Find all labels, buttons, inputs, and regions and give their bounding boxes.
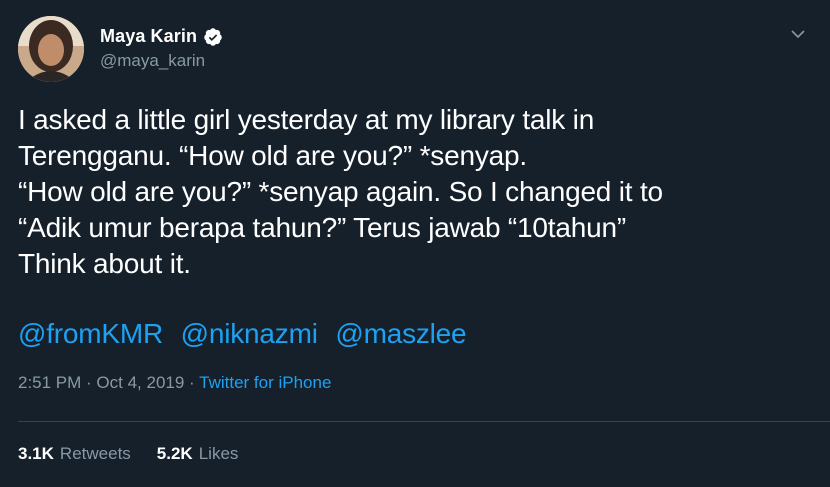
avatar[interactable] [18, 16, 84, 82]
avatar-photo [18, 16, 84, 82]
tweet-header: Maya Karin @maya_karin [18, 16, 223, 82]
tweet-meta: 2:51 PM · Oct 4, 2019 · Twitter for iPho… [18, 373, 331, 393]
retweets-stat[interactable]: 3.1K Retweets [18, 444, 131, 464]
likes-label: Likes [198, 444, 239, 463]
tweet-mentions: @fromKMR @niknazmi @maszlee [18, 316, 476, 352]
meta-separator: · [184, 373, 200, 392]
tweet-time[interactable]: 2:51 PM [18, 373, 81, 392]
divider [18, 421, 830, 422]
likes-count: 5.2K [156, 444, 193, 463]
retweets-count: 3.1K [18, 444, 54, 463]
tweet-text: I asked a little girl yesterday at my li… [18, 104, 663, 279]
tweet-date[interactable]: Oct 4, 2019 [96, 373, 184, 392]
tweet-source-link[interactable]: Twitter for iPhone [199, 373, 331, 392]
chevron-down-icon[interactable] [788, 24, 808, 44]
tweet-card: Maya Karin @maya_karin I asked a little … [0, 0, 830, 487]
meta-separator: · [81, 373, 97, 392]
author-names: Maya Karin @maya_karin [100, 26, 223, 71]
verified-badge-icon [203, 27, 223, 47]
mention-link[interactable]: @niknazmi [181, 318, 318, 349]
mention-link[interactable]: @maszlee [335, 318, 466, 349]
tweet-stats: 3.1K Retweets 5.2K Likes [18, 444, 264, 464]
display-name[interactable]: Maya Karin [100, 26, 197, 47]
mention-link[interactable]: @fromKMR [18, 318, 163, 349]
retweets-label: Retweets [59, 444, 131, 463]
handle[interactable]: @maya_karin [100, 51, 223, 71]
name-row: Maya Karin [100, 26, 223, 47]
likes-stat[interactable]: 5.2K Likes [157, 444, 239, 464]
